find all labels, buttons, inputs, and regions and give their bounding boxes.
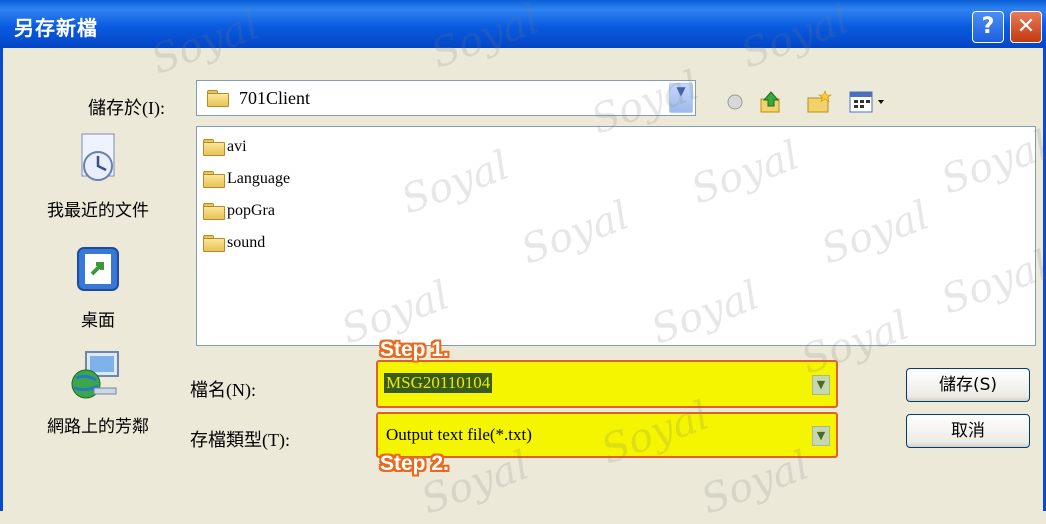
file-name: Language (227, 170, 291, 187)
chevron-down-icon[interactable]: ▼ (812, 426, 830, 446)
place-label: 我最近的文件 (47, 201, 149, 221)
chevron-down-icon[interactable]: ▼ (812, 375, 830, 395)
desktop-icon (77, 247, 119, 291)
cancel-button[interactable]: 取消 (906, 414, 1030, 448)
place-recent-documents[interactable]: 我最近的文件 (8, 132, 188, 221)
network-places-icon (71, 351, 119, 399)
file-list[interactable]: avi Language popGra sound (196, 126, 1036, 346)
chevron-down-icon[interactable]: ▼ (669, 83, 693, 113)
dialog-title: 另存新檔 (14, 16, 98, 40)
filetype-label: 存檔類型(T): (190, 430, 290, 450)
save-in-value: 701Client (239, 88, 310, 108)
filename-value: MSG20110104 (384, 373, 493, 393)
place-label: 桌面 (81, 311, 115, 331)
save-as-dialog: 另存新檔 ? ✕ 儲存於(I): 701Client ▼ 我最近的文件 桌面 網… (0, 0, 1046, 524)
view-menu-icon[interactable] (848, 90, 892, 114)
place-network[interactable]: 網路上的芳鄰 (8, 348, 188, 437)
file-list-item[interactable]: sound (203, 231, 265, 255)
filename-label: 檔名(N): (190, 380, 256, 400)
file-list-item[interactable]: avi (203, 135, 247, 159)
file-name: sound (227, 234, 266, 251)
up-folder-icon[interactable] (758, 90, 784, 114)
filetype-value: Output text file(*.txt) (386, 425, 532, 444)
filename-input[interactable]: MSG20110104 ▼ (376, 360, 838, 408)
file-list-item[interactable]: Language (203, 167, 290, 191)
folder-icon (203, 139, 225, 157)
new-folder-icon[interactable] (806, 90, 832, 114)
file-name: avi (227, 138, 247, 155)
folder-icon (203, 235, 225, 253)
close-button[interactable]: ✕ (1010, 11, 1042, 43)
help-button[interactable]: ? (972, 11, 1004, 43)
place-desktop[interactable]: 桌面 (8, 242, 188, 331)
folder-icon (203, 171, 225, 189)
folder-icon (203, 203, 225, 221)
recent-documents-icon (81, 133, 115, 181)
folder-icon (207, 90, 229, 107)
step-1-annotation: Step 1. (380, 338, 449, 361)
file-name: popGra (227, 202, 275, 219)
save-button[interactable]: 儲存(S) (906, 368, 1030, 402)
step-2-annotation: Step 2. (380, 452, 449, 475)
file-list-item[interactable]: popGra (203, 199, 275, 223)
places-bar: 我最近的文件 桌面 網路上的芳鄰 (8, 92, 188, 472)
back-icon[interactable] (722, 90, 748, 114)
title-bar[interactable]: 另存新檔 ? ✕ (0, 0, 1046, 48)
place-label: 網路上的芳鄰 (47, 417, 149, 437)
save-in-dropdown[interactable]: 701Client ▼ (196, 80, 696, 116)
